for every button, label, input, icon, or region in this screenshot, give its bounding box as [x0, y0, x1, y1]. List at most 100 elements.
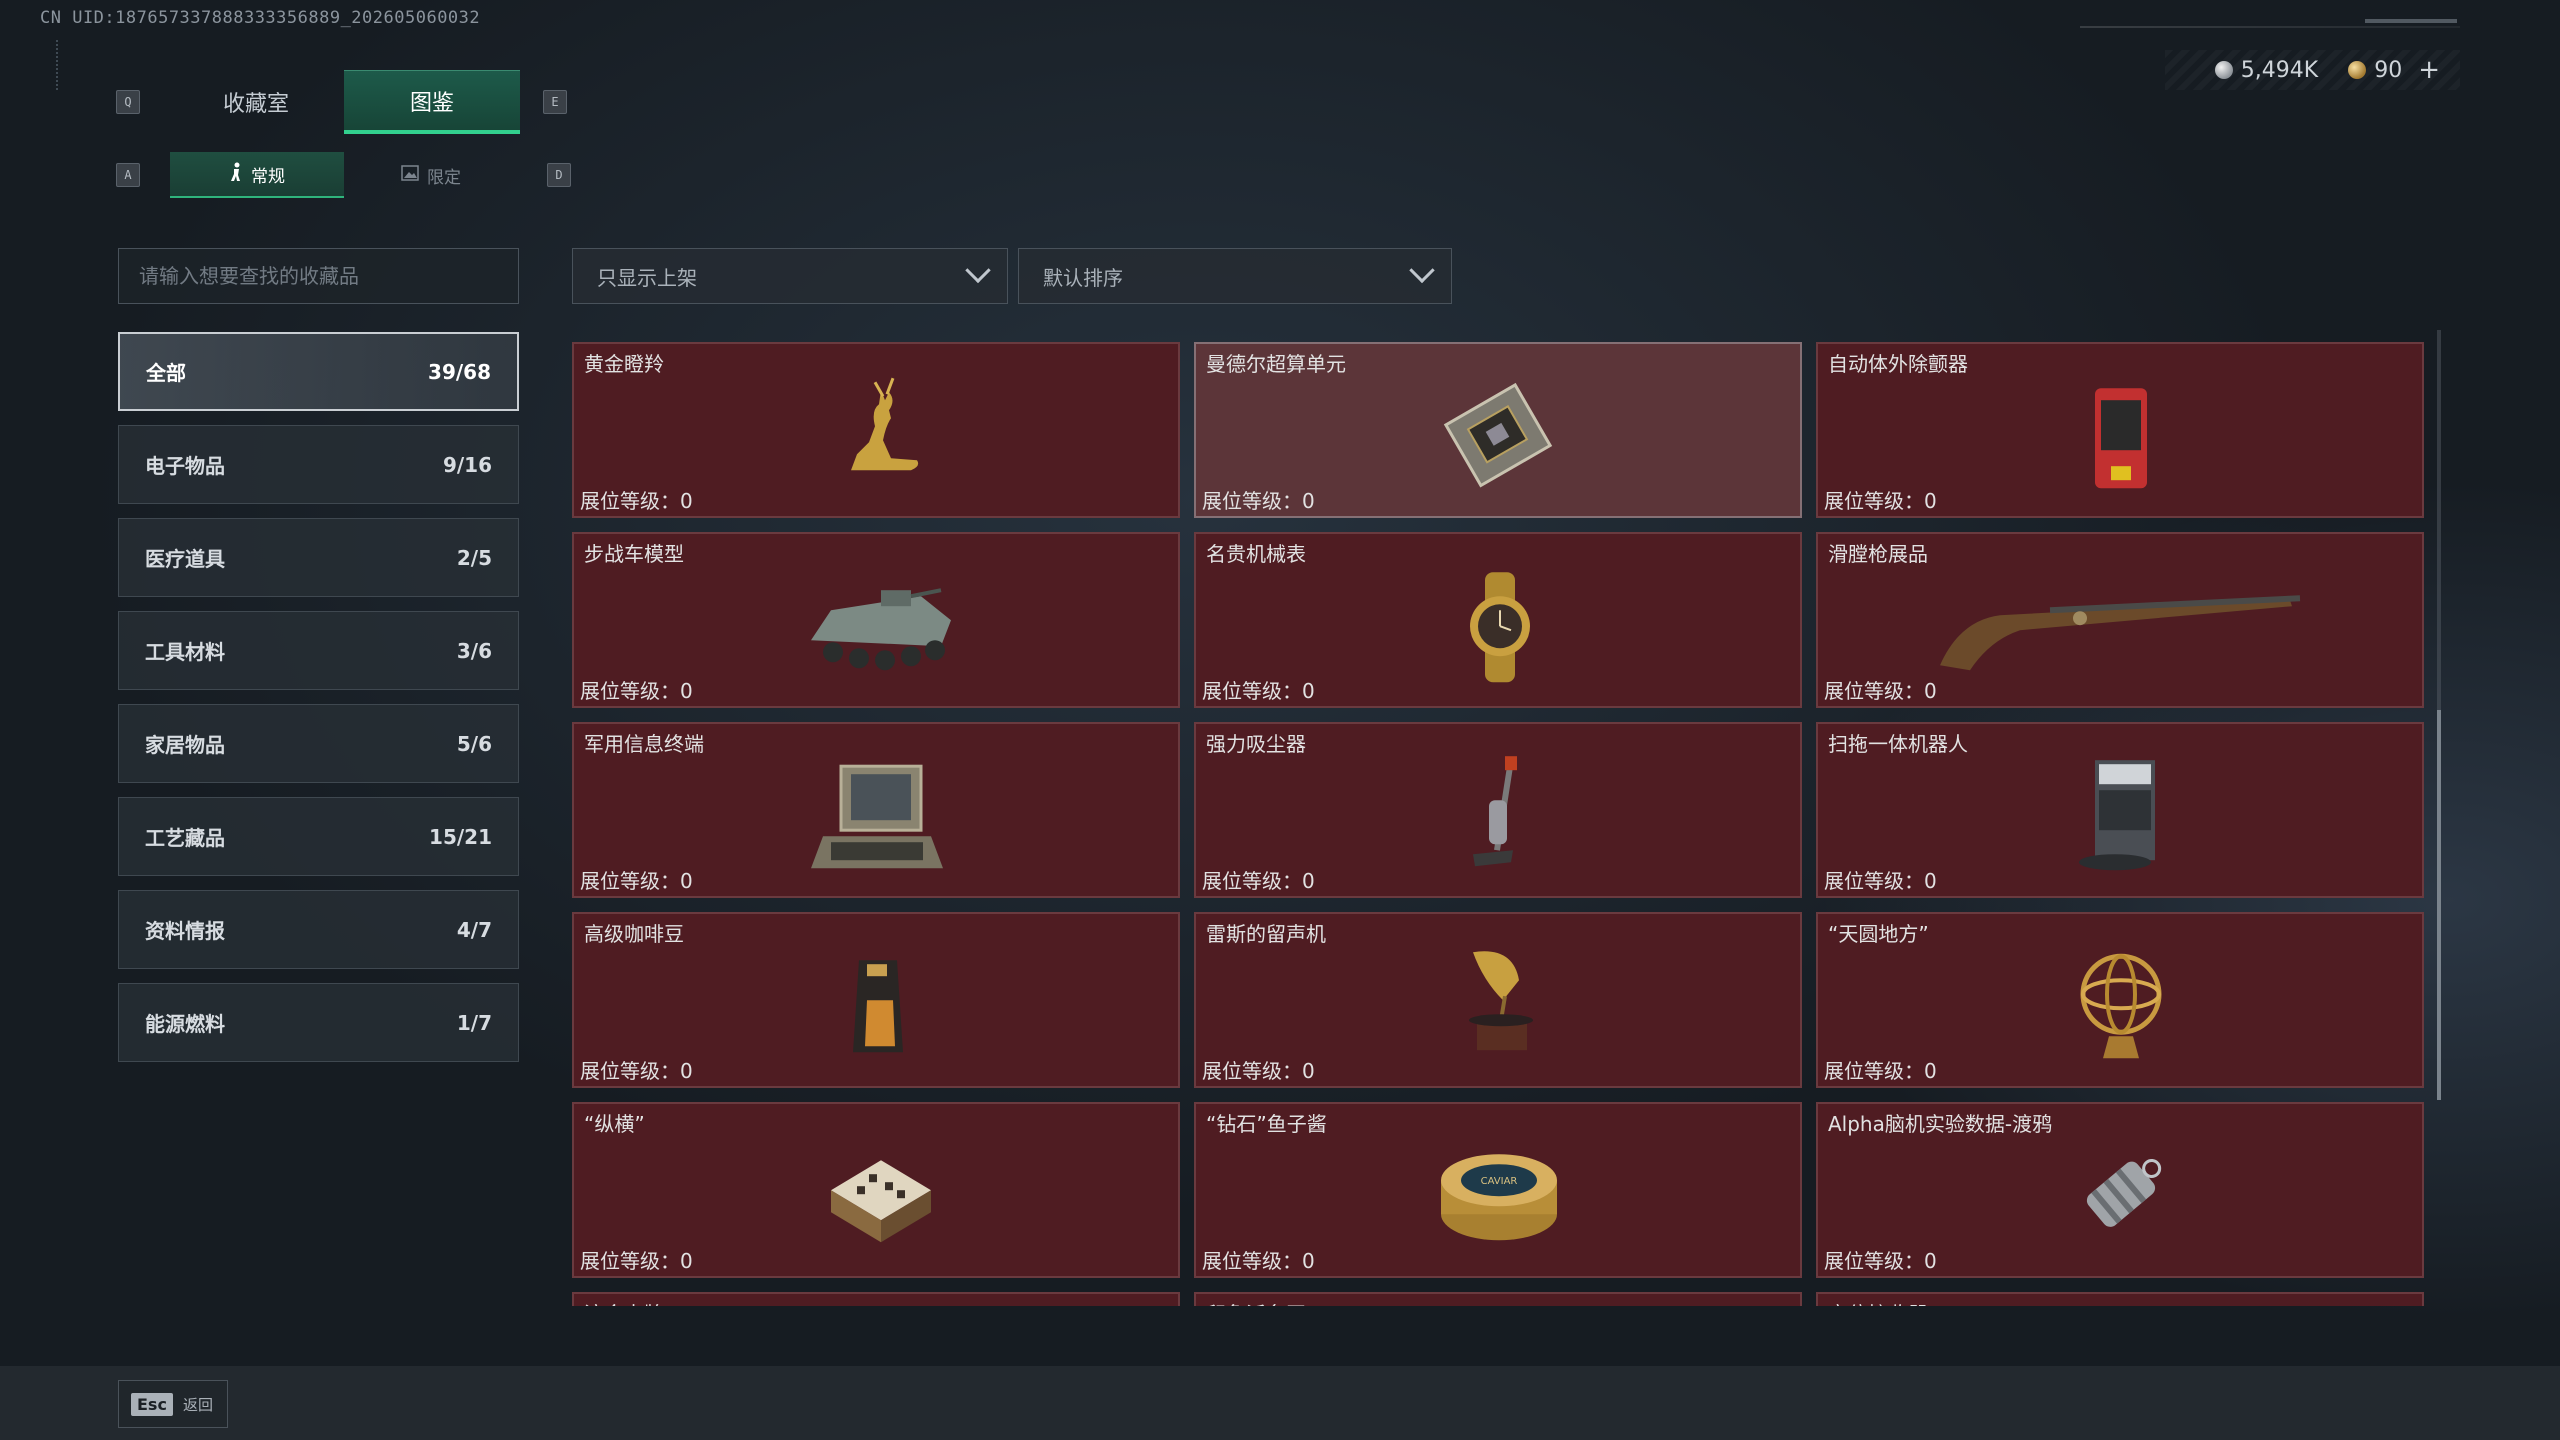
uid-text: CN UID:187657337888333356889_20260506003… [40, 8, 481, 28]
item-card-data-capsule[interactable]: Alpha脑机实验数据-渡鸦 展位等级：0 [1816, 1102, 2424, 1278]
scrollbar-thumb[interactable] [2437, 710, 2441, 1100]
item-card-painting[interactable]: 印象派名画 [1194, 1292, 1802, 1306]
back-label: 返回 [182, 1395, 213, 1414]
figure-icon [229, 162, 243, 187]
item-card-musket[interactable]: 滑膛枪展品 展位等级：0 [1816, 532, 2424, 708]
category-energy[interactable]: 能源燃料 1/7 [118, 983, 519, 1062]
tab-label: 收藏室 [222, 92, 289, 117]
decor-top-line-accent [2365, 19, 2457, 23]
item-name: 步战车模型 [584, 542, 684, 566]
add-currency-button[interactable]: + [2418, 55, 2440, 85]
item-name: “钻石”鱼子酱 [1206, 1112, 1327, 1136]
item-level: 展位等级：0 [1824, 869, 1937, 893]
item-level: 展位等级：0 [580, 869, 693, 893]
category-all[interactable]: 全部 39/68 [118, 332, 519, 411]
item-card-coffee-beans[interactable]: 高级咖啡豆 展位等级：0 [572, 912, 1180, 1088]
tab-regular[interactable]: 常规 [170, 152, 344, 198]
bottom-bar [0, 1366, 2560, 1440]
item-name: “天圆地方” [1828, 922, 1929, 946]
item-level: 展位等级：0 [1824, 679, 1937, 703]
item-card-gramophone[interactable]: 雷斯的留声机 展位等级：0 [1194, 912, 1802, 1088]
category-count: 39/68 [428, 359, 491, 384]
category-label: 工具材料 [145, 640, 225, 664]
currency-bar: 5,494K 90 + [2164, 50, 2460, 90]
tab-label: 常规 [251, 166, 285, 187]
ifv-model-icon [771, 560, 981, 690]
item-level: 展位等级：0 [1202, 869, 1315, 893]
item-level: 展位等级：0 [1202, 489, 1315, 513]
category-count: 3/6 [456, 638, 492, 663]
decor-left [56, 40, 66, 90]
item-card-supercomputer-unit[interactable]: 曼德尔超算单元 展位等级：0 [1194, 342, 1802, 518]
robot-vacuum-icon [2015, 750, 2225, 880]
chevron-down-icon [1409, 257, 1435, 284]
sort-dropdown[interactable]: 默认排序 [1018, 248, 1452, 304]
item-level: 展位等级：0 [580, 1059, 693, 1083]
category-label: 资料情报 [145, 919, 225, 943]
item-name: 定位接收器 [1828, 1298, 1928, 1306]
item-name: 自动体外除颤器 [1828, 352, 1968, 376]
item-card-gold-gazelle[interactable]: 黄金瞪羚 展位等级：0 [572, 342, 1180, 518]
vacuum-icon [1393, 750, 1603, 880]
item-card-military-terminal[interactable]: 军用信息终端 展位等级：0 [572, 722, 1180, 898]
category-count: 9/16 [442, 452, 492, 477]
item-card-vacuum[interactable]: 强力吸尘器 展位等级：0 [1194, 722, 1802, 898]
item-card-gold-card[interactable]: 滚金卡牌 [572, 1292, 1180, 1306]
item-card-luxury-watch[interactable]: 名贵机械表 展位等级：0 [1194, 532, 1802, 708]
military-terminal-icon [771, 750, 981, 880]
coffee-beans-icon [771, 940, 981, 1070]
item-name: 扫拖一体机器人 [1828, 732, 1968, 756]
item-level: 展位等级：0 [1824, 1059, 1937, 1083]
chess-box-icon [771, 1130, 981, 1260]
item-name: 名贵机械表 [1206, 542, 1306, 566]
category-household[interactable]: 家居物品 5/6 [118, 704, 519, 783]
search-input[interactable] [139, 264, 518, 288]
silver-currency: 5,494K [2214, 57, 2319, 83]
watch-icon [1393, 560, 1603, 690]
item-level: 展位等级：0 [580, 489, 693, 513]
category-medical[interactable]: 医疗道具 2/5 [118, 518, 519, 597]
silver-amount: 5,494K [2240, 57, 2319, 83]
search-box [118, 248, 519, 304]
chevron-down-icon [965, 257, 991, 284]
category-label: 家居物品 [145, 733, 225, 757]
gold-gazelle-icon [771, 370, 981, 500]
data-capsule-icon [2015, 1130, 2225, 1260]
item-level: 展位等级：0 [1202, 679, 1315, 703]
category-tools[interactable]: 工具材料 3/6 [118, 611, 519, 690]
category-count: 1/7 [456, 1010, 492, 1035]
category-intel[interactable]: 资料情报 4/7 [118, 890, 519, 969]
item-name: 滑膛枪展品 [1828, 542, 1928, 566]
tab-collection-room[interactable]: 收藏室 [168, 70, 344, 134]
category-count: 2/5 [456, 545, 492, 570]
shelf-filter-value: 只显示上架 [597, 265, 697, 290]
item-card-ifv-model[interactable]: 步战车模型 展位等级：0 [572, 532, 1180, 708]
category-crafts[interactable]: 工艺藏品 15/21 [118, 797, 519, 876]
grid-scrollbar[interactable] [2437, 330, 2441, 1100]
category-label: 工艺藏品 [145, 826, 225, 850]
category-list: 全部 39/68 电子物品 9/16 医疗道具 2/5 工具材料 3/6 家居物品 5/6… [118, 332, 519, 1062]
item-name: 印象派名画 [1206, 1298, 1306, 1306]
item-card-defibrillator[interactable]: 自动体外除颤器 展位等级：0 [1816, 342, 2424, 518]
esc-key-hint: Esc [131, 1392, 173, 1416]
category-label: 全部 [146, 361, 186, 385]
category-electronics[interactable]: 电子物品 9/16 [118, 425, 519, 504]
shelf-filter-dropdown[interactable]: 只显示上架 [572, 248, 1008, 304]
item-name: 高级咖啡豆 [584, 922, 684, 946]
back-button[interactable]: Esc 返回 [118, 1380, 228, 1428]
sub-tabs: 常规 限定 [170, 152, 518, 198]
tab-codex[interactable]: 图鉴 [344, 70, 520, 134]
key-hint-e: E [543, 90, 567, 114]
item-name: 黄金瞪羚 [584, 352, 664, 376]
item-card-receiver[interactable]: 定位接收器 [1816, 1292, 2424, 1306]
item-card-caviar[interactable]: “钻石”鱼子酱 CAVIAR 展位等级：0 [1194, 1102, 1802, 1278]
tab-limited[interactable]: 限定 [344, 152, 518, 198]
item-card-chess-box[interactable]: “纵横” 展位等级：0 [572, 1102, 1180, 1278]
app-root: CN UID:187657337888333356889_20260506003… [0, 0, 2560, 1440]
gold-currency: 90 + [2348, 55, 2440, 85]
item-name: 军用信息终端 [584, 732, 704, 756]
item-card-armillary-sphere[interactable]: “天圆地方” 展位等级：0 [1816, 912, 2424, 1088]
item-card-robot-vacuum[interactable]: 扫拖一体机器人 展位等级：0 [1816, 722, 2424, 898]
tab-label: 限定 [427, 167, 461, 188]
key-hint-q: Q [116, 90, 140, 114]
